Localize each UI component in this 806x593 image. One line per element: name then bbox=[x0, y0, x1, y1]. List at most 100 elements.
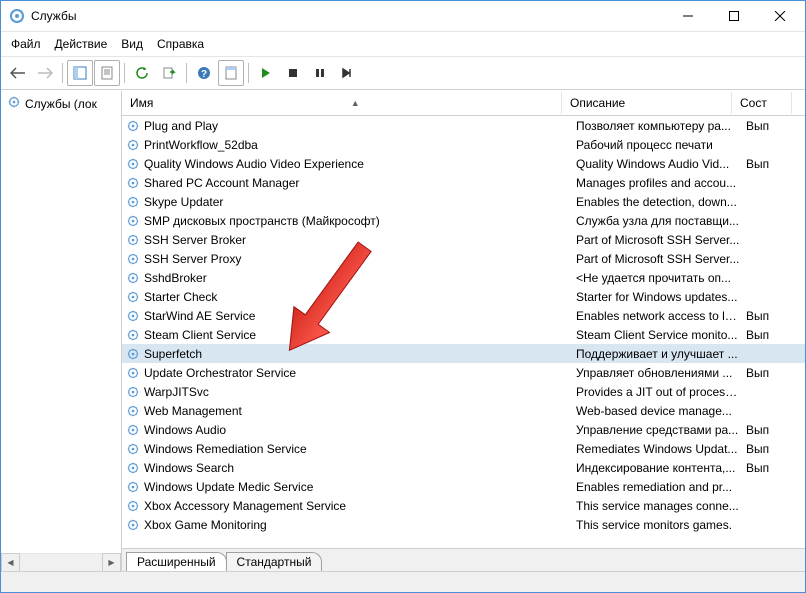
gear-icon bbox=[126, 119, 140, 133]
tab-standard[interactable]: Стандартный bbox=[226, 552, 323, 571]
tree-pane[interactable]: Службы (лок ◀ ▶ bbox=[1, 91, 122, 571]
service-row[interactable]: SSH Server ProxyPart of Microsoft SSH Se… bbox=[122, 249, 805, 268]
service-row[interactable]: SuperfetchПоддерживает и улучшает ... bbox=[122, 344, 805, 363]
column-header-description[interactable]: Описание bbox=[562, 92, 732, 114]
close-button[interactable] bbox=[757, 1, 803, 31]
menu-help[interactable]: Справка bbox=[151, 35, 210, 53]
column-name-label: Имя bbox=[130, 96, 153, 110]
window-title: Службы bbox=[31, 9, 665, 23]
service-status: Вып bbox=[746, 423, 796, 437]
service-name: Windows Remediation Service bbox=[144, 442, 576, 456]
help-button[interactable]: ? bbox=[191, 60, 217, 86]
column-header-name[interactable]: Имя ▲ bbox=[122, 92, 562, 114]
minimize-button[interactable] bbox=[665, 1, 711, 31]
service-row[interactable]: SshdBroker<Не удается прочитать оп... bbox=[122, 268, 805, 287]
service-row[interactable]: SSH Server BrokerPart of Microsoft SSH S… bbox=[122, 230, 805, 249]
menu-action[interactable]: Действие bbox=[49, 35, 114, 53]
gear-icon bbox=[126, 385, 140, 399]
service-description: Web-based device manage... bbox=[576, 404, 746, 418]
svg-text:?: ? bbox=[201, 69, 207, 80]
service-description: Поддерживает и улучшает ... bbox=[576, 347, 746, 361]
gear-icon bbox=[126, 404, 140, 418]
toolbar: ? bbox=[1, 57, 805, 90]
properties-sheet-button[interactable] bbox=[218, 60, 244, 86]
service-row[interactable]: Skype UpdaterEnables the detection, down… bbox=[122, 192, 805, 211]
show-hide-tree-button[interactable] bbox=[67, 60, 93, 86]
window-controls bbox=[665, 1, 803, 31]
service-row[interactable]: StarWind AE ServiceEnables network acces… bbox=[122, 306, 805, 325]
back-button[interactable] bbox=[5, 60, 31, 86]
services-list[interactable]: Plug and PlayПозволяет компьютеру ра...В… bbox=[122, 116, 805, 548]
service-description: This service monitors games. bbox=[576, 518, 746, 532]
services-tree-icon bbox=[7, 95, 21, 112]
toolbar-separator bbox=[124, 63, 125, 83]
service-row[interactable]: Xbox Game MonitoringThis service monitor… bbox=[122, 515, 805, 534]
service-description: Enables remediation and pr... bbox=[576, 480, 746, 494]
service-row[interactable]: Starter CheckStarter for Windows updates… bbox=[122, 287, 805, 306]
menu-file[interactable]: Файл bbox=[5, 35, 47, 53]
stop-service-button[interactable] bbox=[280, 60, 306, 86]
scroll-left-button[interactable]: ◀ bbox=[1, 553, 20, 572]
service-row[interactable]: WarpJITSvcProvides a JIT out of process.… bbox=[122, 382, 805, 401]
service-status: Вып bbox=[746, 119, 796, 133]
maximize-button[interactable] bbox=[711, 1, 757, 31]
service-description: <Не удается прочитать оп... bbox=[576, 271, 746, 285]
service-row[interactable]: Windows AudioУправление средствами ра...… bbox=[122, 420, 805, 439]
service-name: Shared PC Account Manager bbox=[144, 176, 576, 190]
gear-icon bbox=[126, 423, 140, 437]
gear-icon bbox=[126, 157, 140, 171]
gear-icon bbox=[126, 366, 140, 380]
service-name: Superfetch bbox=[144, 347, 576, 361]
service-row[interactable]: Steam Client ServiceSteam Client Service… bbox=[122, 325, 805, 344]
service-status: Вып bbox=[746, 157, 796, 171]
service-row[interactable]: SMP дисковых пространств (Майкрософт)Слу… bbox=[122, 211, 805, 230]
service-row[interactable]: Shared PC Account ManagerManages profile… bbox=[122, 173, 805, 192]
tree-horizontal-scrollbar[interactable]: ◀ ▶ bbox=[1, 553, 121, 571]
service-row[interactable]: Update Orchestrator ServiceУправляет обн… bbox=[122, 363, 805, 382]
forward-button[interactable] bbox=[32, 60, 58, 86]
service-name: Windows Search bbox=[144, 461, 576, 475]
properties-button[interactable] bbox=[94, 60, 120, 86]
scroll-right-button[interactable]: ▶ bbox=[102, 553, 121, 572]
pause-service-button[interactable] bbox=[307, 60, 333, 86]
column-header-status[interactable]: Сост bbox=[732, 92, 792, 114]
start-service-button[interactable] bbox=[253, 60, 279, 86]
service-description: Provides a JIT out of process... bbox=[576, 385, 746, 399]
export-button[interactable] bbox=[156, 60, 182, 86]
column-status-label: Сост bbox=[740, 96, 767, 110]
column-desc-label: Описание bbox=[570, 96, 625, 110]
service-name: SSH Server Broker bbox=[144, 233, 576, 247]
gear-icon bbox=[126, 195, 140, 209]
service-status: Вып bbox=[746, 366, 796, 380]
scroll-track[interactable] bbox=[20, 554, 102, 571]
menu-view[interactable]: Вид bbox=[115, 35, 149, 53]
gear-icon bbox=[126, 309, 140, 323]
refresh-button[interactable] bbox=[129, 60, 155, 86]
service-row[interactable]: Windows SearchИндексирование контента,..… bbox=[122, 458, 805, 477]
service-description: Quality Windows Audio Vid... bbox=[576, 157, 746, 171]
menubar: Файл Действие Вид Справка bbox=[1, 32, 805, 57]
restart-service-button[interactable] bbox=[334, 60, 360, 86]
gear-icon bbox=[126, 271, 140, 285]
service-description: Manages profiles and accou... bbox=[576, 176, 746, 190]
service-row[interactable]: Windows Remediation ServiceRemediates Wi… bbox=[122, 439, 805, 458]
status-bar bbox=[1, 571, 805, 592]
service-name: Windows Audio bbox=[144, 423, 576, 437]
service-row[interactable]: Plug and PlayПозволяет компьютеру ра...В… bbox=[122, 116, 805, 135]
service-row[interactable]: Xbox Accessory Management ServiceThis se… bbox=[122, 496, 805, 515]
tab-extended[interactable]: Расширенный bbox=[126, 552, 227, 571]
service-row[interactable]: PrintWorkflow_52dbaРабочий процесс печат… bbox=[122, 135, 805, 154]
tab-extended-label: Расширенный bbox=[137, 555, 216, 569]
service-description: Steam Client Service monito... bbox=[576, 328, 746, 342]
service-row[interactable]: Quality Windows Audio Video ExperienceQu… bbox=[122, 154, 805, 173]
titlebar: Службы bbox=[1, 1, 805, 32]
sort-ascending-icon: ▲ bbox=[157, 98, 553, 108]
tree-root-services[interactable]: Службы (лок bbox=[1, 91, 121, 116]
service-row[interactable]: Windows Update Medic ServiceEnables reme… bbox=[122, 477, 805, 496]
toolbar-separator bbox=[62, 63, 63, 83]
service-description: Позволяет компьютеру ра... bbox=[576, 119, 746, 133]
service-name: StarWind AE Service bbox=[144, 309, 576, 323]
service-description: Enables network access to lo... bbox=[576, 309, 746, 323]
service-row[interactable]: Web ManagementWeb-based device manage... bbox=[122, 401, 805, 420]
view-tabs: Расширенный Стандартный bbox=[122, 548, 805, 571]
